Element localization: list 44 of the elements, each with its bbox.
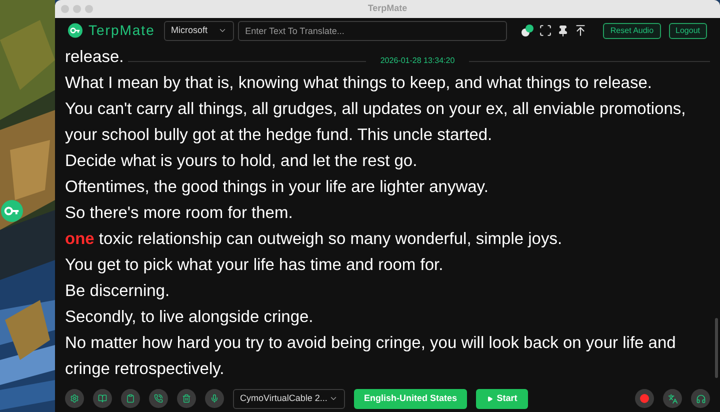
trash-button[interactable] (177, 389, 196, 408)
trash-icon (182, 394, 191, 403)
transcript-line: Oftentimes, the good things in your life are lighter anyway. (65, 177, 490, 198)
transcript-line: So there's more room for them. (65, 203, 294, 224)
scan-icon[interactable] (539, 24, 552, 37)
book-button[interactable] (93, 389, 112, 408)
play-icon (486, 396, 493, 402)
translate-icon (668, 394, 678, 404)
book-icon (98, 394, 107, 403)
transcript-line: one toxic relationship can outweigh so many wonderful, simple joys. (65, 229, 564, 250)
transcript-line: Decide what is yours to hold, and let the rest go. (65, 151, 418, 172)
logo-icon (68, 23, 82, 38)
clipboard-icon (126, 394, 135, 403)
phone-button[interactable] (149, 389, 168, 408)
transcript-line: Secondly, to live alongside cringe. (65, 307, 314, 328)
transcript-line: You can't carry all things, all grudges, all updates on your ex, all enviable promotions, your school bully got at the hedge fund. This uncle started. (65, 99, 687, 146)
toggle-icon[interactable] (521, 24, 534, 37)
settings-icon (70, 394, 79, 403)
transcript-line: What I mean by that is, knowing what things to keep, and what things to release. (65, 73, 653, 94)
upload-icon[interactable] (574, 24, 588, 37)
transcript-line: You get to pick what your life has time and room for. (65, 255, 444, 276)
reset-audio-button[interactable]: Reset Audio (603, 22, 661, 38)
chevron-icon (218, 26, 228, 35)
app-name: TerpMate (88, 21, 156, 40)
transcript-line: No matter how hard you try to avoid being cringe, you will look back on your life and cringe retrospectively. (65, 333, 677, 380)
scrollbar-thumb[interactable] (715, 318, 718, 378)
headphones-button[interactable] (691, 389, 710, 408)
audio-device-select[interactable]: CymoVirtualCable 2... (233, 388, 345, 408)
translate-input-field[interactable]: Enter Text To Translate... (238, 20, 508, 40)
clipboard-button[interactable] (121, 389, 140, 408)
logout-button[interactable]: Logout (668, 22, 707, 38)
engine-select[interactable]: Microsoft (164, 20, 234, 40)
pin-icon[interactable] (557, 24, 570, 36)
microphone-button[interactable] (205, 389, 224, 408)
window-title: TerpMate (368, 2, 408, 16)
record-button[interactable] (635, 389, 654, 408)
microphone-icon (210, 394, 219, 403)
transcript-line: Be discerning. (65, 281, 171, 302)
translate-button[interactable] (663, 389, 682, 408)
phone-icon (154, 394, 163, 403)
chevron-icon (329, 394, 338, 403)
logo-icon (1, 200, 23, 222)
settings-button[interactable] (65, 389, 84, 408)
headphones-icon (696, 394, 706, 404)
